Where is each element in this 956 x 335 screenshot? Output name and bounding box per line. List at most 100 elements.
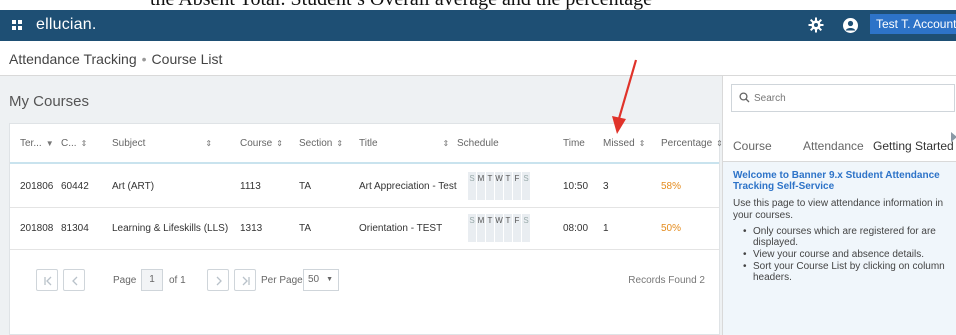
last-page-button[interactable] <box>234 269 256 291</box>
welcome-title: Welcome to Banner 9.x Student Attendance… <box>733 170 940 192</box>
gear-icon[interactable] <box>808 17 824 33</box>
breadcrumb-current: Course List <box>151 51 223 67</box>
help-panel: Course Attendance Getting Started Welcom… <box>722 76 956 335</box>
cell-subject: Art (ART) <box>112 181 155 192</box>
schedule-day: T <box>504 172 512 200</box>
per-page-value: 50 <box>308 274 320 285</box>
tab-getting-started[interactable]: Getting Started <box>873 139 954 153</box>
tab-attendance[interactable]: Attendance <box>803 139 864 153</box>
column-term[interactable]: Ter... ▼ <box>20 138 54 149</box>
cell-time: 10:50 <box>563 181 589 192</box>
help-tabs: Course Attendance Getting Started <box>723 130 956 162</box>
sort-icon: ⇕ <box>336 139 344 148</box>
brand-logo: ellucian. <box>36 16 97 33</box>
previous-page-button[interactable] <box>63 269 85 291</box>
cell-section: TA <box>299 181 312 192</box>
intro-text: Use this page to view attendance informa… <box>733 198 944 221</box>
sort-icon: ⇕ <box>442 139 450 148</box>
page-number-input[interactable]: 1 <box>141 269 163 291</box>
page-total: of 1 <box>169 275 186 286</box>
cell-subject: Learning & Lifeskills (LLS) <box>112 223 229 234</box>
cell-term: 201808 <box>20 223 54 234</box>
per-page-select[interactable]: 50 ▼ <box>303 269 339 291</box>
breadcrumb-app[interactable]: Attendance Tracking <box>9 51 137 67</box>
cell-course: 1113 <box>240 181 261 192</box>
top-bar: ellucian. Test T. Account-T <box>0 10 956 41</box>
pagination: Page 1 of 1 Per Page 50 ▼ Records Found … <box>10 266 719 296</box>
tab-scroll-right-icon[interactable] <box>951 132 956 142</box>
schedule-day: M <box>477 214 485 242</box>
schedule-day: T <box>504 214 512 242</box>
cell-crn: 60442 <box>61 181 89 192</box>
breadcrumb-separator: • <box>141 51 147 67</box>
schedule-day: W <box>495 172 503 200</box>
annotation-arrow <box>612 59 638 134</box>
courses-panel: My Courses Ter... ▼ C... ⇕ Subject ⇕ Course… <box>0 59 723 335</box>
page-title: My Courses <box>9 93 90 110</box>
schedule-day: T <box>486 172 494 200</box>
schedule-day: M <box>477 172 485 200</box>
breadcrumb-bar: Attendance Tracking • Course List <box>0 41 956 76</box>
cell-term: 201806 <box>20 181 54 192</box>
column-time: Time <box>563 138 585 149</box>
table-row[interactable]: 201808 81304 Learning & Lifeskills (LLS)… <box>10 208 719 250</box>
cell-percentage: 58% <box>661 181 682 192</box>
column-schedule: Schedule <box>457 138 499 149</box>
course-table: Ter... ▼ C... ⇕ Subject ⇕ Course ⇕ Section ⇕ … <box>9 123 723 335</box>
schedule-grid: S M T W T F S <box>468 172 531 200</box>
schedule-day: T <box>486 214 494 242</box>
cell-title[interactable]: Art Appreciation - Test <box>359 181 457 192</box>
schedule-day: S <box>468 172 476 200</box>
first-page-icon <box>44 276 52 286</box>
sort-icon: ⇕ <box>276 139 283 148</box>
grid-menu-icon[interactable] <box>12 20 22 30</box>
column-title[interactable]: Title ⇕ <box>359 138 449 149</box>
cell-section: TA <box>299 223 312 234</box>
breadcrumb: Attendance Tracking • Course List <box>9 51 222 67</box>
search-input[interactable] <box>754 89 949 107</box>
schedule-day: S <box>468 214 476 242</box>
last-page-icon <box>242 276 250 286</box>
column-percentage[interactable]: Percentage ⇕ <box>661 138 723 149</box>
schedule-day: S <box>522 214 530 242</box>
user-icon[interactable] <box>843 18 858 33</box>
cell-course: 1313 <box>240 223 263 234</box>
column-section[interactable]: Section ⇕ <box>299 138 343 149</box>
chevron-right-icon <box>216 276 222 286</box>
column-crn[interactable]: C... ⇕ <box>61 138 87 149</box>
list-item: Only courses which are registered for ar… <box>743 226 947 248</box>
first-page-button[interactable] <box>36 269 58 291</box>
sort-down-icon: ▼ <box>45 139 54 148</box>
schedule-day: F <box>513 172 521 200</box>
column-course[interactable]: Course ⇕ <box>240 138 283 149</box>
search-icon <box>739 92 750 103</box>
schedule-day: F <box>513 214 521 242</box>
cell-title[interactable]: Orientation - TEST <box>359 223 442 234</box>
schedule-day: S <box>522 172 530 200</box>
schedule-day: W <box>495 214 503 242</box>
sort-icon: ⇕ <box>638 139 646 148</box>
column-subject[interactable]: Subject ⇕ <box>112 138 212 149</box>
tips-list: Only courses which are registered for ar… <box>733 226 947 283</box>
records-found: Records Found 2 <box>628 275 705 286</box>
cell-missed: 1 <box>603 223 609 234</box>
next-page-button[interactable] <box>207 269 229 291</box>
tab-course[interactable]: Course <box>733 139 772 153</box>
page-label: Page <box>113 275 137 286</box>
chevron-down-icon: ▼ <box>326 276 333 283</box>
table-row[interactable]: 201806 60442 Art (ART) 1113 TA Art Appre… <box>10 166 719 208</box>
chevron-left-icon <box>72 276 78 286</box>
cell-percentage: 50% <box>661 223 682 234</box>
search-box[interactable] <box>731 84 955 112</box>
cell-time: 08:00 <box>563 223 589 234</box>
column-missed[interactable]: Missed ⇕ <box>603 138 645 149</box>
caption-strip: the Absent Total. Student’s Overall aver… <box>0 0 956 10</box>
account-menu[interactable]: Test T. Account-T <box>870 14 956 34</box>
cell-crn: 81304 <box>61 223 89 234</box>
list-item: Sort your Course List by clicking on col… <box>743 261 947 283</box>
sort-icon: ⇕ <box>205 139 213 148</box>
getting-started-content: Welcome to Banner 9.x Student Attendance… <box>723 162 956 335</box>
per-page-label: Per Page <box>261 275 303 286</box>
caption-text: the Absent Total. Student’s Overall aver… <box>150 0 652 10</box>
list-item: View your course and absence details. <box>743 249 947 260</box>
